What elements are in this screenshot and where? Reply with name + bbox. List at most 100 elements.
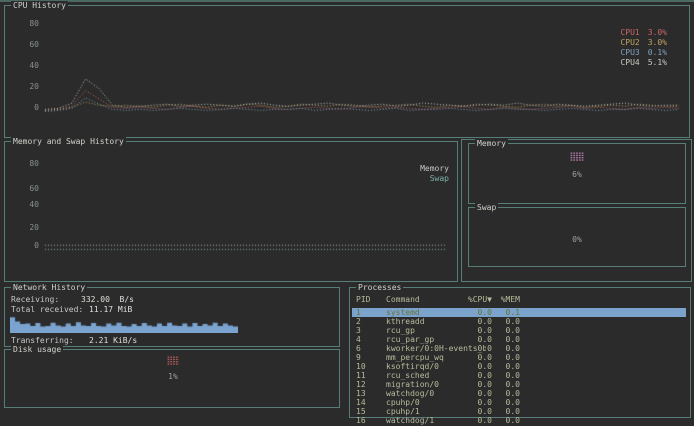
process-mem: 0.0 — [494, 416, 520, 425]
cpu4-label: CPU4 — [620, 58, 639, 67]
process-row[interactable]: 12migration/00.00.0 — [352, 380, 686, 389]
process-cpu: 0.0 — [446, 407, 492, 416]
process-row[interactable]: 2kthreadd0.00.0 — [352, 317, 686, 326]
process-pid: 16 — [356, 416, 382, 425]
swap-gauge-value: 0% — [557, 235, 597, 244]
process-pid: 13 — [356, 389, 382, 398]
process-pid: 4 — [356, 335, 382, 344]
process-row[interactable]: 6kworker/0:0H-events_high0.00.0 — [352, 344, 686, 353]
memory-swap-legend: Memory Swap — [420, 164, 449, 183]
process-pid: 3 — [356, 326, 382, 335]
process-cpu: 0.0 — [446, 416, 492, 425]
cpu-legend-item: CPU3 0.1% — [620, 48, 667, 57]
cpu-history-title: CPU History — [11, 1, 68, 10]
cpu-ytick-40: 40 — [25, 61, 39, 70]
process-cpu: 0.0 — [446, 326, 492, 335]
cpu2-value: 3.0% — [648, 38, 667, 47]
process-pid: 2 — [356, 317, 382, 326]
memory-gauge-dots — [570, 152, 584, 161]
col-header-mem[interactable]: %MEM — [494, 295, 520, 304]
cpu-legend-item: CPU2 3.0% — [620, 38, 667, 47]
cpu3-label: CPU3 — [620, 48, 639, 57]
memory-swap-history-panel: Memory and Swap History 80 60 40 20 0 Me… — [4, 141, 458, 282]
receiving-label: Receiving: — [11, 295, 59, 304]
cpu1-label: CPU1 — [620, 28, 639, 37]
disk-usage-title: Disk usage — [11, 345, 63, 354]
col-header-cpu-sort[interactable]: %CPU▼ — [446, 295, 492, 304]
col-header-pid[interactable]: PID — [356, 295, 382, 304]
process-cpu: 0.0 — [446, 317, 492, 326]
process-cpu: 0.0 — [446, 389, 492, 398]
process-mem: 0.0 — [494, 362, 520, 371]
process-cpu: 0.0 — [446, 335, 492, 344]
process-pid: 11 — [356, 371, 382, 380]
process-row[interactable]: 15cpuhp/10.00.0 — [352, 407, 686, 416]
transferring-label: Transferring: — [11, 336, 74, 345]
process-mem: 0.0 — [494, 407, 520, 416]
ms-ytick-20: 20 — [25, 223, 39, 232]
disk-usage-panel: Disk usage 1% — [4, 349, 340, 408]
cpu4-value: 5.1% — [648, 58, 667, 67]
process-mem: 0.0 — [494, 371, 520, 380]
cpu-history-panel: CPU History 80 60 40 20 0 CPU13.0% CPU23… — [4, 5, 690, 138]
cpu-history-chart — [43, 12, 683, 116]
process-cpu: 0.0 — [446, 308, 492, 317]
process-cpu: 0.0 — [446, 344, 492, 353]
process-pid: 12 — [356, 380, 382, 389]
receiving-value: 332.00 B/s — [81, 295, 134, 304]
cpu-legend-item: CPU13.0% — [620, 28, 667, 37]
swap-legend-label: Swap — [420, 174, 449, 184]
process-row[interactable]: 11rcu_sched0.00.0 — [352, 371, 686, 380]
network-history-title: Network History — [11, 283, 87, 292]
system-monitor-screen: CPU History 80 60 40 20 0 CPU13.0% CPU23… — [0, 0, 694, 426]
cpu-ytick-80: 80 — [25, 19, 39, 28]
cpu-legend-item: CPU4 5.1% — [620, 58, 667, 67]
ms-ytick-40: 40 — [25, 200, 39, 209]
cpu3-value: 0.1% — [648, 48, 667, 57]
memory-swap-history-title: Memory and Swap History — [11, 137, 126, 146]
ms-ytick-0: 0 — [25, 241, 39, 250]
process-mem: 0.1 — [494, 308, 520, 317]
processes-panel: Processes PID Command %CPU▼ %MEM 1system… — [349, 287, 691, 418]
processes-title: Processes — [356, 283, 403, 292]
memory-gauge-panel: Memory 6% — [468, 143, 686, 204]
process-row[interactable]: 9mm_percpu_wq0.00.0 — [352, 353, 686, 362]
process-row[interactable]: 13watchdog/00.00.0 — [352, 389, 686, 398]
process-mem: 0.0 — [494, 344, 520, 353]
process-pid: 14 — [356, 398, 382, 407]
network-history-panel: Network History Receiving: 332.00 B/s To… — [4, 287, 340, 347]
memory-gauge-title: Memory — [475, 139, 508, 148]
process-cpu: 0.0 — [446, 353, 492, 362]
process-mem: 0.0 — [494, 317, 520, 326]
process-pid: 15 — [356, 407, 382, 416]
memory-legend-label: Memory — [420, 164, 449, 174]
process-pid: 1 — [356, 308, 382, 317]
cpu-ytick-60: 60 — [25, 40, 39, 49]
total-received-value: 11.17 MiB — [89, 305, 132, 314]
process-row[interactable]: 4rcu_par_gp0.00.0 — [352, 335, 686, 344]
swap-gauge-panel: Swap 0% — [468, 207, 686, 267]
processes-header-row: PID Command %CPU▼ %MEM — [352, 295, 686, 304]
memory-swap-chart — [43, 148, 451, 256]
process-row[interactable]: 1systemd0.00.1 — [352, 308, 686, 317]
process-pid: 9 — [356, 353, 382, 362]
process-mem: 0.0 — [494, 335, 520, 344]
process-mem: 0.0 — [494, 389, 520, 398]
cpu-legend: CPU13.0% CPU2 3.0% CPU3 0.1% CPU4 5.1% — [620, 28, 667, 67]
total-received-label: Total received: — [11, 305, 83, 314]
process-row[interactable]: 14cpuhp/00.00.0 — [352, 398, 686, 407]
process-pid: 10 — [356, 362, 382, 371]
process-row[interactable]: 3rcu_gp0.00.0 — [352, 326, 686, 335]
process-mem: 0.0 — [494, 398, 520, 407]
cpu-ytick-20: 20 — [25, 82, 39, 91]
process-mem: 0.0 — [494, 326, 520, 335]
process-mem: 0.0 — [494, 380, 520, 389]
process-row[interactable]: 16watchdog/10.00.0 — [352, 416, 686, 425]
network-receive-sparkline — [10, 314, 238, 333]
process-row[interactable]: 10ksoftirqd/00.00.0 — [352, 362, 686, 371]
memory-gauge-value: 6% — [557, 170, 597, 179]
process-pid: 6 — [356, 344, 382, 353]
cpu2-label: CPU2 — [620, 38, 639, 47]
disk-usage-value: 1% — [153, 372, 193, 381]
process-cpu: 0.0 — [446, 362, 492, 371]
